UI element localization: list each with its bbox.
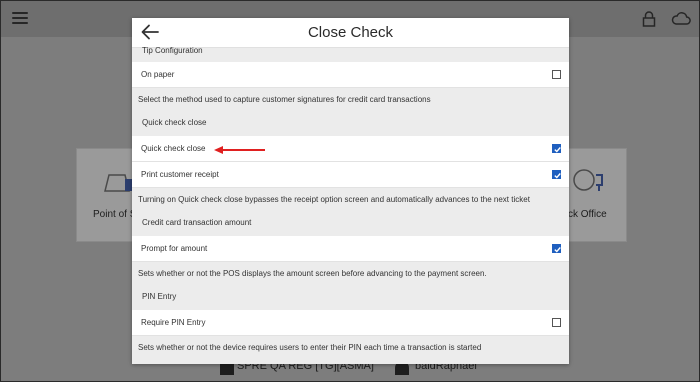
quick-check-description: Turning on Quick check close bypasses th… bbox=[132, 188, 569, 212]
back-office-label: ck Office bbox=[568, 209, 607, 220]
back-office-tile[interactable]: ck Office bbox=[567, 148, 627, 242]
quick-check-close-label: Quick check close bbox=[141, 144, 206, 153]
require-pin-checkbox[interactable] bbox=[552, 318, 561, 327]
require-pin-row[interactable]: Require PIN Entry bbox=[132, 310, 569, 336]
close-check-dialog: Close Check Tip Configuration On paper S… bbox=[132, 18, 569, 364]
pin-description: Sets whether or not the device requires … bbox=[132, 336, 569, 360]
point-of-sale-tile[interactable]: Point of S bbox=[76, 148, 138, 242]
on-paper-label: On paper bbox=[141, 70, 175, 79]
credit-card-description: Sets whether or not the POS displays the… bbox=[132, 262, 569, 286]
dialog-content[interactable]: Tip Configuration On paper Select the me… bbox=[132, 47, 569, 360]
print-receipt-label: Print customer receipt bbox=[141, 170, 219, 179]
dialog-title: Close Check bbox=[307, 24, 394, 41]
dialog-header: Close Check bbox=[132, 18, 569, 48]
on-paper-checkbox[interactable] bbox=[552, 70, 561, 79]
quick-check-close-row[interactable]: Quick check close bbox=[132, 136, 569, 162]
annotation-arrow-icon bbox=[214, 146, 265, 154]
point-of-sale-label: Point of S bbox=[93, 209, 137, 220]
on-paper-row[interactable]: On paper bbox=[132, 62, 569, 88]
tip-description: Select the method used to capture custom… bbox=[132, 88, 569, 112]
prompt-amount-row[interactable]: Prompt for amount bbox=[132, 236, 569, 262]
quick-check-close-checkbox[interactable] bbox=[552, 144, 561, 153]
prompt-amount-checkbox[interactable] bbox=[552, 244, 561, 253]
back-office-icon bbox=[573, 169, 603, 191]
credit-card-amount-header: Credit card transaction amount bbox=[132, 212, 569, 236]
require-pin-label: Require PIN Entry bbox=[141, 318, 206, 327]
pin-entry-header: PIN Entry bbox=[132, 286, 569, 310]
quick-check-close-header: Quick check close bbox=[132, 112, 569, 136]
print-receipt-checkbox[interactable] bbox=[552, 170, 561, 179]
prompt-amount-label: Prompt for amount bbox=[141, 244, 208, 253]
tip-configuration-header: Tip Configuration bbox=[132, 47, 569, 62]
cloud-icon[interactable] bbox=[671, 11, 691, 26]
menu-icon[interactable] bbox=[12, 12, 28, 25]
screen-frame: Point of S ck Office SPRE QA REG [TG][AS… bbox=[0, 0, 700, 382]
lock-icon[interactable] bbox=[642, 11, 656, 27]
print-receipt-row[interactable]: Print customer receipt bbox=[132, 162, 569, 188]
